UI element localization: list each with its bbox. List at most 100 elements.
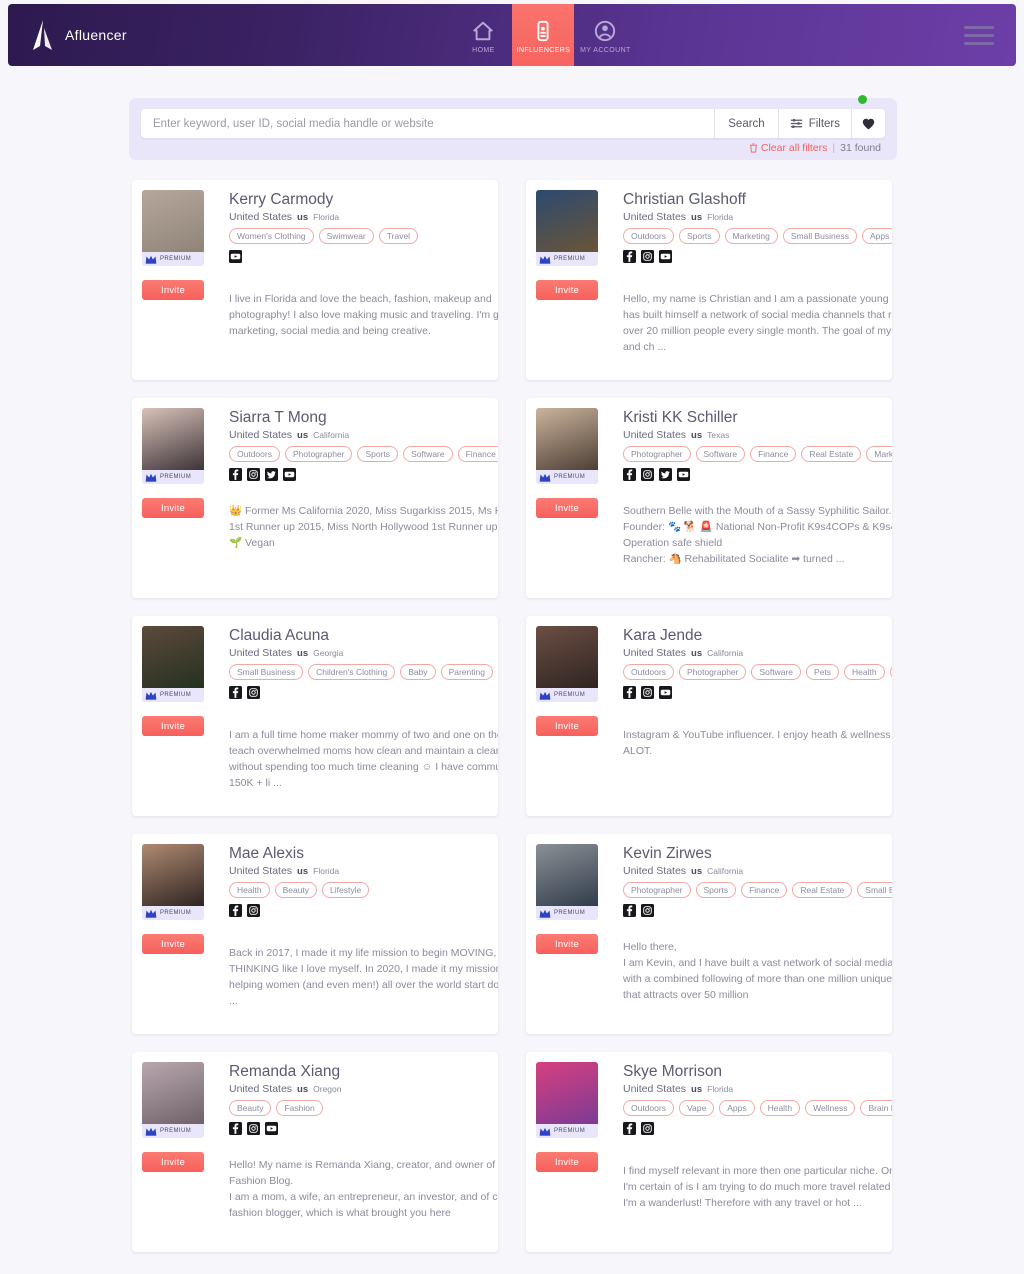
category-tag[interactable]: Apps [719, 1100, 755, 1116]
instagram-icon[interactable] [641, 468, 654, 481]
avatar[interactable]: PREMIUM [536, 408, 598, 484]
invite-button[interactable]: Invite [142, 934, 204, 954]
youtube-icon[interactable] [229, 250, 242, 263]
facebook-icon[interactable] [623, 1122, 636, 1135]
category-tag[interactable]: Health [229, 882, 270, 898]
nav-item-influencers[interactable]: INFLUENCERS [512, 4, 575, 66]
category-tag[interactable]: Health [759, 1100, 801, 1116]
avatar[interactable]: PREMIUM [536, 190, 598, 266]
invite-button[interactable]: Invite [536, 1152, 598, 1172]
instagram-icon[interactable] [247, 468, 260, 481]
facebook-icon[interactable] [229, 686, 242, 699]
category-tag[interactable]: Outdoors [623, 1100, 674, 1116]
instagram-icon[interactable] [641, 250, 654, 263]
instagram-icon[interactable] [247, 1122, 260, 1135]
facebook-icon[interactable] [623, 904, 636, 917]
influencer-card[interactable]: PREMIUM Invite Skye Morrison United Stat… [526, 1052, 892, 1252]
category-tag[interactable]: Swimwear [318, 228, 374, 244]
category-tag[interactable]: Parenting [440, 664, 493, 680]
category-tag[interactable]: Marketing [866, 446, 892, 462]
category-tag[interactable]: Photographer [284, 446, 353, 462]
influencer-card[interactable]: PREMIUM Invite Claudia Acuna United Stat… [132, 616, 498, 816]
nav-item-home[interactable]: HOME [454, 4, 512, 66]
avatar[interactable]: PREMIUM [142, 626, 204, 702]
category-tag[interactable]: Brain Health [860, 1100, 892, 1116]
invite-button[interactable]: Invite [142, 280, 204, 300]
category-tag[interactable]: Outdoors [229, 446, 280, 462]
twitter-icon[interactable] [659, 468, 672, 481]
category-tag[interactable]: Beauty [274, 882, 318, 898]
youtube-icon[interactable] [265, 1122, 278, 1135]
instagram-icon[interactable] [247, 686, 260, 699]
filters-button[interactable]: Filters [777, 95, 867, 138]
category-tag[interactable]: Small Business [857, 882, 892, 898]
avatar[interactable]: PREMIUM [142, 844, 204, 920]
instagram-icon[interactable] [641, 1122, 654, 1135]
search-input[interactable] [141, 109, 715, 138]
invite-button[interactable]: Invite [142, 716, 204, 736]
category-tag[interactable]: Outdoors [623, 228, 674, 244]
category-tag[interactable]: Outdoors [623, 664, 674, 680]
category-tag[interactable]: Travel [378, 228, 419, 244]
category-tag[interactable]: Yoga [889, 664, 892, 680]
category-tag[interactable]: Finance [457, 446, 498, 462]
facebook-icon[interactable] [623, 250, 636, 263]
avatar[interactable]: PREMIUM [142, 190, 204, 266]
brand[interactable]: Afluencer [8, 4, 127, 66]
category-tag[interactable]: Children's Clothing [308, 664, 396, 680]
influencer-card[interactable]: PREMIUM Invite Christian Glashoff United… [526, 180, 892, 380]
facebook-icon[interactable] [229, 468, 242, 481]
category-tag[interactable]: Vape [678, 1100, 715, 1116]
category-tag[interactable]: Real Estate [801, 446, 862, 462]
facebook-icon[interactable] [623, 686, 636, 699]
invite-button[interactable]: Invite [142, 498, 204, 518]
invite-button[interactable]: Invite [536, 716, 598, 736]
search-button[interactable]: Search [714, 109, 777, 138]
category-tag[interactable]: Apps [861, 228, 892, 244]
nav-item-my-account[interactable]: MY ACCOUNT [574, 4, 636, 66]
category-tag[interactable]: Small Business [229, 664, 304, 680]
category-tag[interactable]: Baby [400, 664, 436, 680]
favorites-button[interactable] [851, 109, 885, 138]
category-tag[interactable]: Small Business [782, 228, 857, 244]
category-tag[interactable]: Software [751, 664, 802, 680]
influencer-card[interactable]: PREMIUM Invite Kristi KK Schiller United… [526, 398, 892, 598]
category-tag[interactable]: Wellness [805, 1100, 856, 1116]
category-tag[interactable]: Pets [806, 664, 840, 680]
avatar[interactable]: PREMIUM [142, 408, 204, 484]
category-tag[interactable]: Finance [750, 446, 797, 462]
avatar[interactable]: PREMIUM [142, 1062, 204, 1138]
category-tag[interactable]: Beauty [229, 1100, 272, 1116]
category-tag[interactable]: Sports [357, 446, 399, 462]
youtube-icon[interactable] [677, 468, 690, 481]
instagram-icon[interactable] [641, 686, 654, 699]
category-tag[interactable]: Women's Clothing [229, 228, 314, 244]
hamburger-menu-icon[interactable] [964, 21, 995, 50]
category-tag[interactable]: Software [695, 446, 746, 462]
category-tag[interactable]: Real Estate [792, 882, 853, 898]
invite-button[interactable]: Invite [142, 1152, 204, 1172]
avatar[interactable]: PREMIUM [536, 626, 598, 702]
instagram-icon[interactable] [247, 904, 260, 917]
category-tag[interactable]: Software [403, 446, 453, 462]
category-tag[interactable]: Photographer [623, 882, 691, 898]
influencer-card[interactable]: PREMIUM Invite Kevin Zirwes United State… [526, 834, 892, 1034]
category-tag[interactable]: Sports [695, 882, 737, 898]
clear-all-filters-button[interactable]: Clear all filters [749, 142, 827, 154]
influencer-card[interactable]: PREMIUM Invite Siarra T Mong United Stat… [132, 398, 498, 598]
category-tag[interactable]: Finance [741, 882, 788, 898]
facebook-icon[interactable] [229, 1122, 242, 1135]
invite-button[interactable]: Invite [536, 498, 598, 518]
category-tag[interactable]: Sports [678, 228, 720, 244]
youtube-icon[interactable] [659, 250, 672, 263]
twitter-icon[interactable] [265, 468, 278, 481]
category-tag[interactable]: Marketing [724, 228, 778, 244]
invite-button[interactable]: Invite [536, 280, 598, 300]
category-tag[interactable]: Health [844, 664, 885, 680]
category-tag[interactable]: Fashion [276, 1100, 323, 1116]
avatar[interactable]: PREMIUM [536, 844, 598, 920]
invite-button[interactable]: Invite [536, 934, 598, 954]
influencer-card[interactable]: PREMIUM Invite Remanda Xiang United Stat… [132, 1052, 498, 1252]
instagram-icon[interactable] [641, 904, 654, 917]
category-tag[interactable]: Photographer [623, 446, 691, 462]
